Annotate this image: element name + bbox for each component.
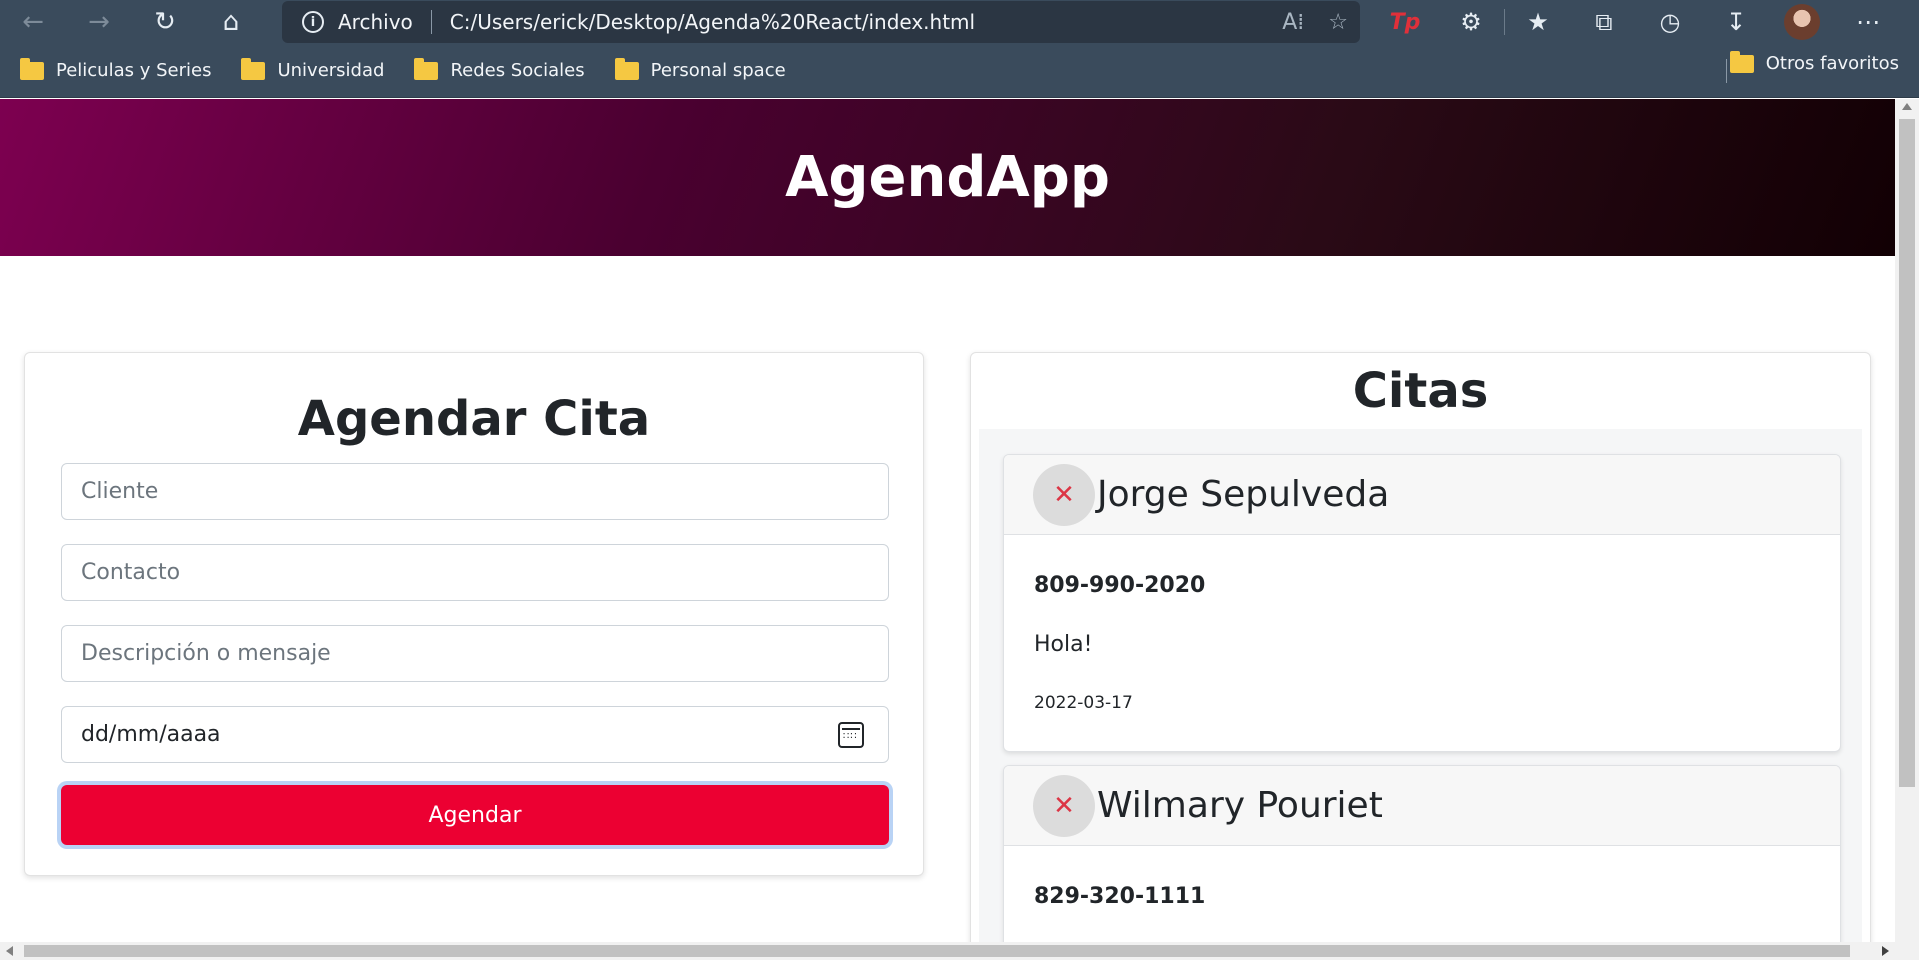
- history-icon[interactable]: ◷: [1637, 0, 1703, 44]
- message-input[interactable]: Descripción o mensaje: [61, 625, 889, 682]
- address-divider: [430, 10, 432, 34]
- date-input[interactable]: dd/mm/aaaa: [61, 706, 889, 763]
- appointment-name: Wilmary Pouriet: [1097, 785, 1383, 826]
- vertical-scrollbar[interactable]: [1895, 99, 1919, 942]
- folder-icon: [241, 57, 266, 80]
- appointment-item: ✕ Wilmary Pouriet 829-320-1111: [1003, 765, 1841, 942]
- bookmarks-divider: [1726, 59, 1727, 83]
- downloads-icon[interactable]: ↧: [1703, 0, 1769, 44]
- horizontal-scroll-thumb[interactable]: [24, 945, 1850, 957]
- address-scheme-label: Archivo: [338, 10, 413, 34]
- page-viewport: AgendApp Agendar Cita Cliente Contacto D…: [0, 99, 1895, 942]
- add-favorite-icon[interactable]: ☆: [1328, 10, 1348, 35]
- appointment-date: 2022-03-17: [1034, 693, 1133, 713]
- appointment-contact: 829-320-1111: [1034, 884, 1206, 909]
- calendar-icon[interactable]: [838, 721, 864, 748]
- read-aloud-icon[interactable]: A⁞: [1282, 10, 1304, 35]
- browser-toolbar: ← → ↻ ⌂ i Archivo C:/Users/erick/Desktop…: [0, 0, 1919, 44]
- appointment-header: ✕ Jorge Sepulveda: [1004, 455, 1840, 535]
- app-header: AgendApp: [0, 99, 1895, 256]
- favorites-icon[interactable]: ★: [1505, 0, 1571, 44]
- schedule-button[interactable]: Agendar: [61, 785, 889, 845]
- appointment-name: Jorge Sepulveda: [1097, 474, 1390, 515]
- bookmark-label: Personal space: [650, 60, 786, 81]
- folder-icon: [414, 57, 439, 80]
- home-icon[interactable]: ⌂: [198, 0, 264, 44]
- bookmark-universidad[interactable]: Universidad: [221, 53, 394, 89]
- appointment-header: ✕ Wilmary Pouriet: [1004, 766, 1840, 846]
- back-arrow-icon[interactable]: ←: [0, 0, 66, 44]
- scroll-up-icon[interactable]: [1902, 103, 1912, 110]
- date-placeholder: dd/mm/aaaa: [81, 722, 221, 747]
- appointment-item: ✕ Jorge Sepulveda 809-990-2020 Hola! 202…: [1003, 454, 1841, 752]
- bookmark-label: Otros favoritos: [1765, 53, 1899, 74]
- horizontal-scrollbar[interactable]: [0, 942, 1919, 960]
- extensions-icon[interactable]: ⚙: [1438, 0, 1504, 44]
- appointments-card: Citas ✕ Jorge Sepulveda 809-990-2020 Hol…: [970, 352, 1871, 942]
- scroll-left-icon[interactable]: [6, 946, 13, 956]
- form-title: Agendar Cita: [297, 391, 651, 447]
- appointment-form-card: Agendar Cita Cliente Contacto Descripció…: [24, 352, 924, 876]
- bookmark-redes-sociales[interactable]: Redes Sociales: [394, 53, 594, 89]
- folder-icon: [614, 57, 639, 80]
- appointment-message: Hola!: [1034, 632, 1093, 657]
- appointments-list: ✕ Jorge Sepulveda 809-990-2020 Hola! 202…: [979, 429, 1862, 942]
- bookmark-peliculas[interactable]: Peliculas y Series: [0, 53, 221, 89]
- vertical-scroll-thumb[interactable]: [1899, 119, 1915, 787]
- bookmark-label: Universidad: [277, 60, 385, 81]
- close-icon[interactable]: ✕: [1033, 774, 1095, 837]
- more-icon[interactable]: ⋯: [1835, 0, 1901, 44]
- address-bar[interactable]: i Archivo C:/Users/erick/Desktop/Agenda%…: [282, 1, 1360, 43]
- folder-icon: [20, 57, 44, 80]
- appointments-title: Citas: [1352, 363, 1489, 419]
- client-input[interactable]: Cliente: [61, 463, 889, 520]
- forward-arrow-icon[interactable]: →: [66, 0, 132, 44]
- contact-input[interactable]: Contacto: [61, 544, 889, 601]
- profile-avatar: [1784, 4, 1820, 40]
- scroll-right-icon[interactable]: [1882, 946, 1889, 956]
- info-icon[interactable]: i: [302, 11, 324, 33]
- profile-button[interactable]: [1769, 0, 1835, 44]
- bookmark-personal-space[interactable]: Personal space: [595, 53, 796, 89]
- appointment-contact: 809-990-2020: [1034, 573, 1206, 598]
- bookmark-label: Peliculas y Series: [56, 60, 212, 81]
- app-title: AgendApp: [785, 145, 1110, 210]
- bookmark-label: Redes Sociales: [450, 60, 585, 81]
- refresh-icon[interactable]: ↻: [132, 0, 198, 44]
- folder-icon: [1729, 50, 1754, 73]
- bookmarks-bar: Peliculas y Series Universidad Redes Soc…: [0, 44, 1919, 98]
- collections-icon[interactable]: ⧉: [1571, 0, 1637, 44]
- address-url[interactable]: C:/Users/erick/Desktop/Agenda%20React/in…: [450, 10, 975, 34]
- close-icon[interactable]: ✕: [1033, 463, 1095, 526]
- tp-extension-icon[interactable]: Tp: [1372, 0, 1438, 44]
- bookmark-otros-favoritos[interactable]: Otros favoritos: [1729, 50, 1899, 74]
